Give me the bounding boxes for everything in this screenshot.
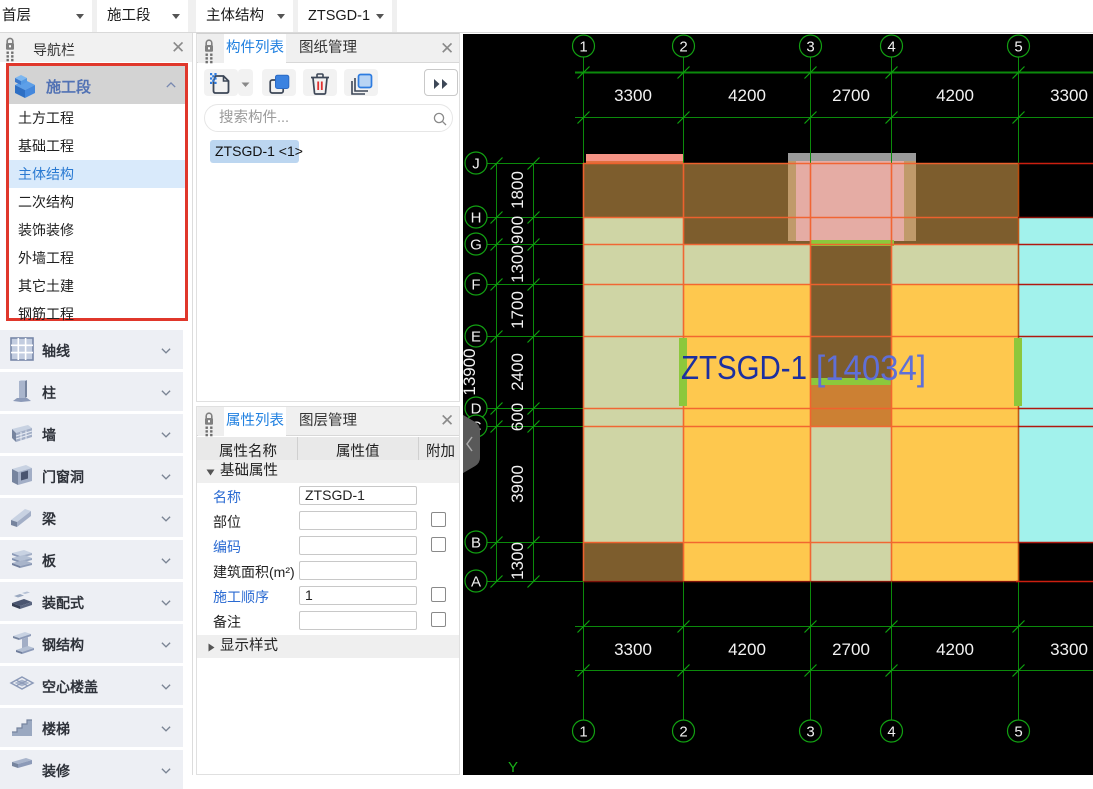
svg-text:ZTSGD-1: ZTSGD-1 xyxy=(681,349,807,386)
svg-text:E: E xyxy=(471,329,481,346)
svg-text:B: B xyxy=(471,535,481,552)
svg-text:600: 600 xyxy=(508,403,527,431)
svg-text:1700: 1700 xyxy=(508,291,527,329)
svg-text:4200: 4200 xyxy=(936,640,974,659)
svg-text:1: 1 xyxy=(579,39,587,56)
svg-text:4200: 4200 xyxy=(728,86,766,105)
svg-text:2700: 2700 xyxy=(832,86,870,105)
svg-text:1800: 1800 xyxy=(508,171,527,209)
svg-text:F: F xyxy=(471,277,480,294)
svg-text:3900: 3900 xyxy=(508,465,527,503)
svg-text:1300: 1300 xyxy=(508,245,527,283)
svg-text:A: A xyxy=(471,574,481,591)
svg-text:2: 2 xyxy=(679,39,687,56)
svg-text:3300: 3300 xyxy=(614,640,652,659)
svg-text:3: 3 xyxy=(806,39,814,56)
svg-text:G: G xyxy=(470,237,482,254)
svg-text:2700: 2700 xyxy=(832,640,870,659)
svg-text:13900: 13900 xyxy=(463,348,479,395)
svg-text:4200: 4200 xyxy=(936,86,974,105)
svg-text:Y: Y xyxy=(508,759,518,775)
svg-text:4: 4 xyxy=(887,39,895,56)
svg-text:4: 4 xyxy=(887,724,895,741)
svg-text:H: H xyxy=(471,210,482,227)
svg-text:3300: 3300 xyxy=(1050,640,1088,659)
svg-text:1: 1 xyxy=(579,724,587,741)
svg-text:900: 900 xyxy=(508,216,527,244)
svg-text:4200: 4200 xyxy=(728,640,766,659)
svg-text:1300: 1300 xyxy=(508,542,527,580)
svg-text:[14034]: [14034] xyxy=(816,349,926,388)
svg-text:3: 3 xyxy=(806,724,814,741)
svg-text:3300: 3300 xyxy=(614,86,652,105)
svg-text:2400: 2400 xyxy=(508,353,527,391)
svg-text:3300: 3300 xyxy=(1050,86,1088,105)
svg-text:5: 5 xyxy=(1014,39,1022,56)
svg-text:J: J xyxy=(472,156,480,173)
svg-text:5: 5 xyxy=(1014,724,1022,741)
svg-text:2: 2 xyxy=(679,724,687,741)
